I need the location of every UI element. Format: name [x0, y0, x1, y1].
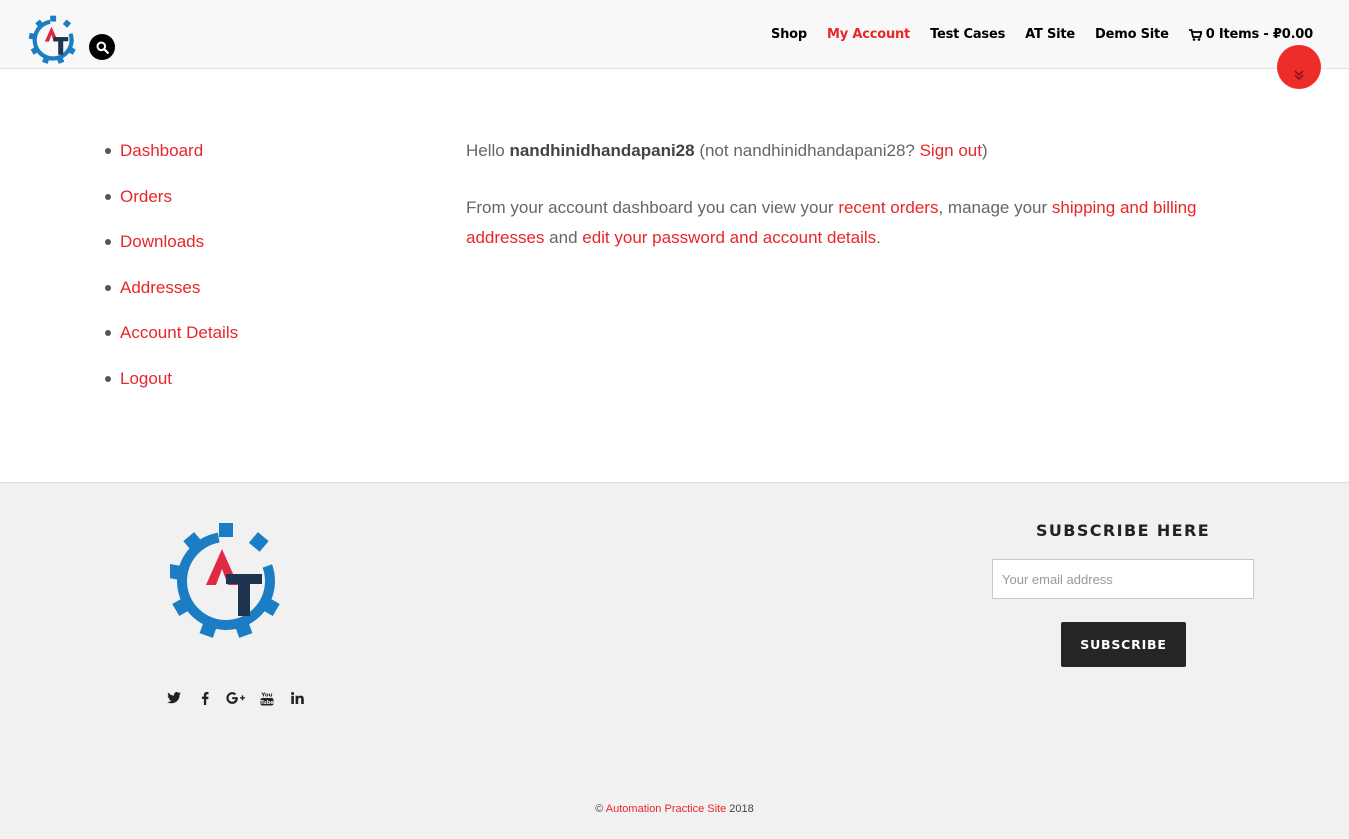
greeting-prefix: Hello [466, 141, 510, 160]
google-plus-icon [225, 692, 245, 704]
cart-summary: 0 Items - ₽0.00 [1205, 27, 1313, 42]
site-footer: YouTube SUBSCRIBE HERE SUBSCRIBE © Autom… [0, 482, 1349, 839]
recent-orders-link[interactable]: recent orders [838, 198, 938, 217]
account-nav-link-orders[interactable]: Orders [120, 187, 172, 207]
youtube-link[interactable]: You Tube [251, 688, 282, 708]
not-user-text: (not nandhinidhandapani28? [694, 141, 920, 160]
account-nav-link-logout[interactable]: Logout [120, 369, 172, 389]
bullet [105, 330, 111, 337]
account-nav-item-account-details: Account Details [105, 322, 238, 344]
account-nav-item-dashboard: Dashboard [105, 140, 238, 162]
site-header: Shop My Account Test Cases AT Site Demo … [0, 0, 1349, 69]
nav-at-site[interactable]: AT Site [1025, 27, 1075, 42]
copyright-year: 2018 [726, 803, 754, 815]
account-nav-link-account-details[interactable]: Account Details [120, 323, 238, 343]
email-field[interactable] [992, 559, 1254, 599]
greeting-suffix: ) [981, 141, 988, 160]
nav-cart[interactable]: 0 Items - ₽0.00 [1188, 27, 1313, 42]
nav-my-account[interactable]: My Account [827, 27, 910, 42]
account-dashboard-content: Hello nandhinidhandapani28 (not nandhini… [466, 140, 1226, 253]
subscribe-title: SUBSCRIBE HERE [1035, 521, 1211, 540]
facebook-link[interactable] [189, 688, 220, 708]
account-nav-item-downloads: Downloads [105, 231, 238, 253]
bullet [105, 193, 111, 200]
username: nandhinidhandapani28 [509, 141, 695, 160]
account-navigation: Dashboard Orders Downloads Addresses Acc… [105, 140, 238, 414]
bullet [105, 148, 111, 154]
twitter-link[interactable] [158, 688, 189, 708]
greeting: Hello nandhinidhandapani28 (not nandhini… [466, 140, 1226, 162]
google-plus-link[interactable] [220, 688, 251, 708]
bullet [105, 284, 111, 291]
chevron-double-down-icon [1294, 70, 1304, 80]
account-nav-item-addresses: Addresses [105, 277, 238, 299]
account-nav-link-addresses[interactable]: Addresses [120, 278, 200, 298]
nav-demo-site[interactable]: Demo Site [1095, 27, 1169, 42]
intro-text-1: From your account dashboard you can view… [466, 198, 839, 217]
facebook-icon [201, 691, 208, 705]
intro-text-2: , manage your [938, 198, 1052, 217]
linkedin-link[interactable] [282, 688, 313, 708]
copyright-symbol: © [595, 803, 606, 815]
at-gear-logo-icon[interactable] [28, 14, 80, 66]
bullet [105, 239, 111, 246]
bullet [105, 375, 111, 382]
at-gear-logo-icon [170, 523, 280, 638]
nav-shop[interactable]: Shop [771, 27, 807, 42]
cart-icon [1188, 28, 1202, 41]
account-nav-link-downloads[interactable]: Downloads [120, 232, 204, 252]
subscribe-button[interactable]: SUBSCRIBE [1061, 622, 1186, 667]
account-nav-link-dashboard[interactable]: Dashboard [120, 141, 203, 161]
account-details-link[interactable]: edit your password and account details [582, 228, 876, 247]
search-icon [96, 41, 109, 54]
youtube-tube-text: Tube [260, 699, 274, 705]
search-button[interactable] [89, 34, 115, 60]
twitter-icon [166, 692, 181, 704]
intro-text-4: . [876, 228, 881, 247]
nav-test-cases[interactable]: Test Cases [930, 27, 1005, 42]
copyright: © Automation Practice Site 2018 [0, 803, 1349, 815]
youtube-icon: YouTube [260, 692, 274, 705]
main-nav: Shop My Account Test Cases AT Site Demo … [751, 27, 1313, 42]
intro-text-3: and [544, 228, 583, 247]
scroll-down-button[interactable] [1277, 45, 1321, 89]
youtube-you-text: You [260, 692, 272, 698]
linkedin-icon [291, 692, 304, 704]
account-nav-item-orders: Orders [105, 186, 238, 208]
social-links: You Tube [158, 688, 313, 708]
account-nav-item-logout: Logout [105, 368, 238, 390]
sign-out-link[interactable]: Sign out [920, 141, 982, 160]
dashboard-intro: From your account dashboard you can view… [466, 193, 1226, 253]
copyright-site-link[interactable]: Automation Practice Site [606, 803, 726, 815]
